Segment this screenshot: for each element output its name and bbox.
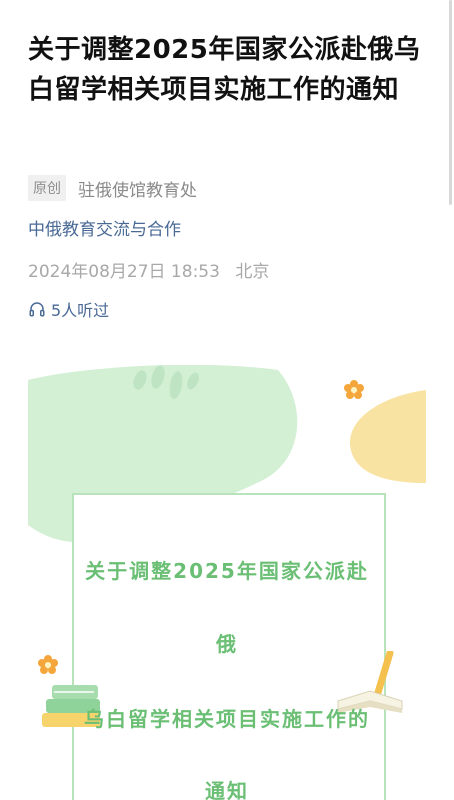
poster-title-line: 关于调整2025年国家公派赴 xyxy=(85,559,369,583)
original-tag: 原创 xyxy=(28,175,66,201)
poster-title-line: 乌白留学相关项目实施工作的 xyxy=(84,707,370,731)
flower-icon xyxy=(38,655,58,674)
poster-image[interactable]: 关于调整2025年国家公派赴 俄 乌白留学相关项目实施工作的 通知 xyxy=(28,365,426,800)
flower-icon xyxy=(344,380,364,399)
publish-info: 2024年08月27日 18:53 北京 xyxy=(28,257,269,282)
listen-button[interactable]: 5人听过 xyxy=(28,297,109,321)
listen-count: 5人听过 xyxy=(51,301,110,320)
article-title: 关于调整2025年国家公派赴俄乌白留学相关项目实施工作的通知 xyxy=(28,35,421,105)
scrollbar[interactable] xyxy=(449,0,452,205)
poster-title-line: 通知 xyxy=(205,779,249,800)
publish-date: 2024年08月27日 18:53 xyxy=(28,262,220,282)
headphones-icon xyxy=(29,302,45,317)
collection-link[interactable]: 中俄教育交流与合作 xyxy=(28,215,181,240)
poster-title-line: 俄 xyxy=(216,632,238,656)
author-name[interactable]: 驻俄使馆教育处 xyxy=(78,176,197,201)
author-row: 原创 驻俄使馆教育处 xyxy=(28,174,197,202)
publish-location: 北京 xyxy=(235,262,270,282)
